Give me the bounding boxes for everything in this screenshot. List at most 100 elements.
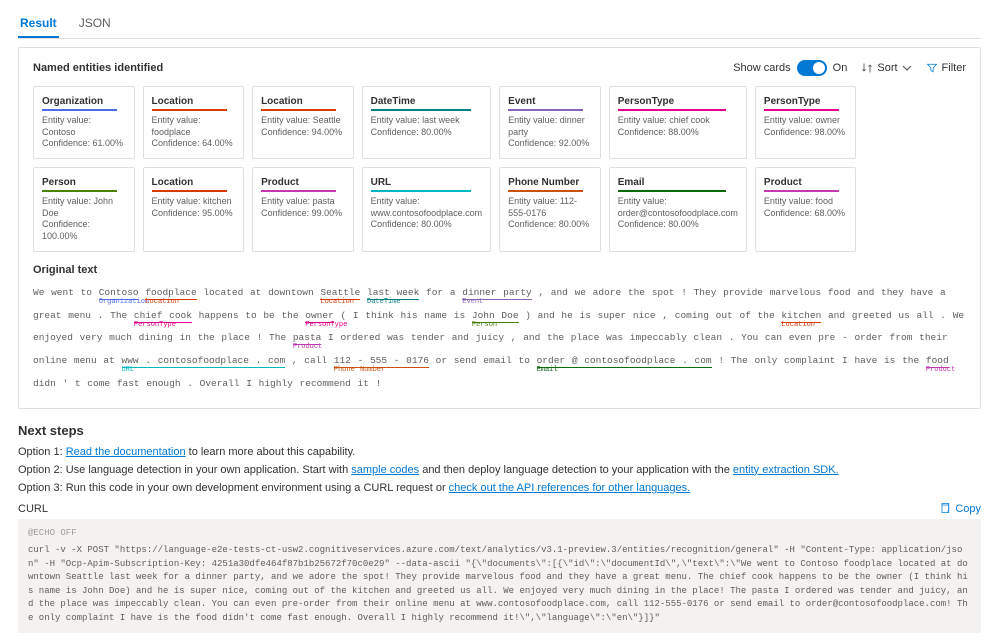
entity-type-label: Product	[293, 344, 322, 351]
card-confidence: Confidence: 68.00%	[764, 208, 848, 220]
card-confidence: Confidence: 80.00%	[508, 219, 592, 231]
card-entity-value: Entity value: www.contosofoodplace.com	[371, 196, 483, 219]
card-confidence: Confidence: 92.00%	[508, 138, 592, 150]
copy-button[interactable]: Copy	[939, 502, 981, 517]
entity-type-label: DateTime	[367, 299, 401, 306]
entity-type-label: Location	[145, 299, 179, 306]
annotated-entity[interactable]: order @ contosofoodplace . comEmail	[537, 355, 712, 368]
tabs: Result JSON	[18, 10, 981, 39]
curl-code-block: @ECHO OFF curl -v -X POST "https://langu…	[18, 519, 981, 634]
echo-off-line: @ECHO OFF	[28, 527, 971, 541]
entity-type-label: Email	[537, 367, 558, 374]
filter-icon	[926, 62, 938, 74]
card-confidence: Confidence: 94.00%	[261, 127, 345, 139]
entity-cards: OrganizationEntity value: ContosoConfide…	[33, 86, 966, 252]
show-cards-toggle[interactable]	[797, 60, 827, 76]
chevron-down-icon	[902, 63, 912, 73]
results-panel: Named entities identified Show cards On …	[18, 47, 981, 409]
entity-type-label: Location	[320, 299, 354, 306]
card-entity-value: Entity value: John Doe	[42, 196, 126, 219]
entity-card[interactable]: Email Entity value: order@contosofoodplac…	[609, 167, 747, 252]
entity-type-label: Phone Number	[334, 367, 385, 374]
api-ref-link[interactable]: check out the API references for other l…	[449, 482, 691, 494]
entity-card[interactable]: PersonTypeEntity value: chief cookConfid…	[609, 86, 747, 159]
entity-type-label: PersonType	[134, 322, 176, 329]
card-entity-value: Entity value: Seattle	[261, 115, 345, 127]
sort-button[interactable]: Sort	[861, 62, 911, 74]
entity-card[interactable]: Product Entity value: foodConfidence: 68.…	[755, 167, 857, 252]
card-type: Email	[618, 177, 726, 192]
card-entity-value: Entity value: foodplace	[152, 115, 236, 138]
entity-card[interactable]: DateTimeEntity value: last weekConfidenc…	[362, 86, 492, 159]
annotated-entity[interactable]: foodplaceLocation	[145, 287, 196, 300]
entity-card[interactable]: LocationEntity value: foodplaceConfidenc…	[143, 86, 245, 159]
entity-card[interactable]: Location Entity value: SeattleConfidence:…	[252, 86, 354, 159]
entity-type-label: Event	[462, 299, 483, 306]
card-confidence: Confidence: 80.00%	[618, 219, 738, 231]
annotated-entity[interactable]: last weekDateTime	[367, 287, 419, 300]
filter-button[interactable]: Filter	[926, 62, 966, 74]
entity-card[interactable]: Event Entity value: dinner partyConfidenc…	[499, 86, 601, 159]
sample-codes-link[interactable]: sample codes	[351, 464, 419, 476]
card-type: Product	[261, 177, 336, 192]
annotated-entity[interactable]: kitchenLocation	[781, 310, 821, 323]
entity-type-label: Organization	[99, 299, 149, 306]
option-1: Option 1: Read the documentation to lear…	[18, 446, 981, 458]
copy-icon	[939, 502, 951, 517]
annotated-entity[interactable]: John DoePerson	[472, 310, 519, 323]
curl-label: CURL	[18, 503, 48, 515]
entity-card[interactable]: LocationEntity value: kitchenConfidence:…	[143, 167, 245, 252]
entity-type-label: Product	[926, 367, 955, 374]
card-confidence: Confidence: 80.00%	[371, 127, 483, 139]
entity-card[interactable]: OrganizationEntity value: ContosoConfide…	[33, 86, 135, 159]
annotated-entity[interactable]: SeattleLocation	[320, 287, 360, 300]
entity-card[interactable]: PersonEntity value: John DoeConfidence: …	[33, 167, 135, 252]
card-type: Event	[508, 96, 583, 111]
curl-command: curl -v -X POST "https://language-e2e-te…	[28, 544, 971, 625]
card-entity-value: Entity value: kitchen	[152, 196, 236, 208]
entity-type-label: Person	[472, 322, 497, 329]
annotated-entity[interactable]: chief cookPersonType	[134, 310, 192, 323]
panel-controls: Show cards On Sort	[733, 60, 966, 76]
card-type: Location	[152, 96, 227, 111]
card-entity-value: Entity value: food	[764, 196, 848, 208]
option-2: Option 2: Use language detection in your…	[18, 464, 981, 476]
annotated-entity[interactable]: pastaProduct	[293, 332, 322, 345]
annotated-entity[interactable]: ownerPersonType	[305, 310, 334, 323]
show-cards-label: Show cards	[733, 62, 790, 74]
card-type: Product	[764, 177, 839, 192]
card-type: URL	[371, 177, 471, 192]
card-entity-value: Entity value: 112-555-0176	[508, 196, 592, 219]
tab-result[interactable]: Result	[18, 10, 59, 38]
card-entity-value: Entity value: last week	[371, 115, 483, 127]
entity-card[interactable]: URL Entity value: www.contosofoodplace.co…	[362, 167, 492, 252]
annotated-entity[interactable]: www . contosofoodplace . comURL	[122, 355, 286, 368]
entity-card[interactable]: ProductEntity value: pastaConfidence: 99…	[252, 167, 354, 252]
next-steps-title: Next steps	[18, 423, 981, 438]
card-confidence: Confidence: 88.00%	[618, 127, 738, 139]
card-confidence: Confidence: 80.00%	[371, 219, 483, 231]
entity-type-label: URL	[122, 367, 135, 374]
annotated-entity[interactable]: ContosoOrganization	[99, 287, 139, 300]
read-docs-link[interactable]: Read the documentation	[66, 446, 186, 458]
next-steps: Next steps Option 1: Read the documentat…	[18, 423, 981, 634]
annotated-entity[interactable]: dinner partyEvent	[462, 287, 531, 300]
panel-title: Named entities identified	[33, 62, 163, 74]
card-entity-value: Entity value: order@contosofoodplace.com	[618, 196, 738, 219]
sdk-link[interactable]: entity extraction SDK.	[733, 464, 839, 476]
original-text: We went to ContosoOrganization foodplace…	[33, 282, 966, 396]
annotated-entity[interactable]: 112 - 555 - 0176Phone Number	[334, 355, 429, 368]
entity-card[interactable]: Phone Number Entity value: 112-555-0176Co…	[499, 167, 601, 252]
card-confidence: Confidence: 99.00%	[261, 208, 345, 220]
original-text-title: Original text	[33, 264, 966, 276]
entity-card[interactable]: PersonTypeEntity value: ownerConfidence:…	[755, 86, 857, 159]
card-type: Location	[261, 96, 336, 111]
entity-type-label: PersonType	[305, 322, 347, 329]
card-entity-value: Entity value: dinner party	[508, 115, 592, 138]
annotated-entity[interactable]: foodProduct	[926, 355, 949, 368]
card-confidence: Confidence: 61.00%	[42, 138, 126, 150]
option-3: Option 3: Run this code in your own deve…	[18, 482, 981, 494]
tab-json[interactable]: JSON	[77, 10, 113, 38]
card-entity-value: Entity value: chief cook	[618, 115, 738, 127]
card-type: Phone Number	[508, 177, 583, 192]
